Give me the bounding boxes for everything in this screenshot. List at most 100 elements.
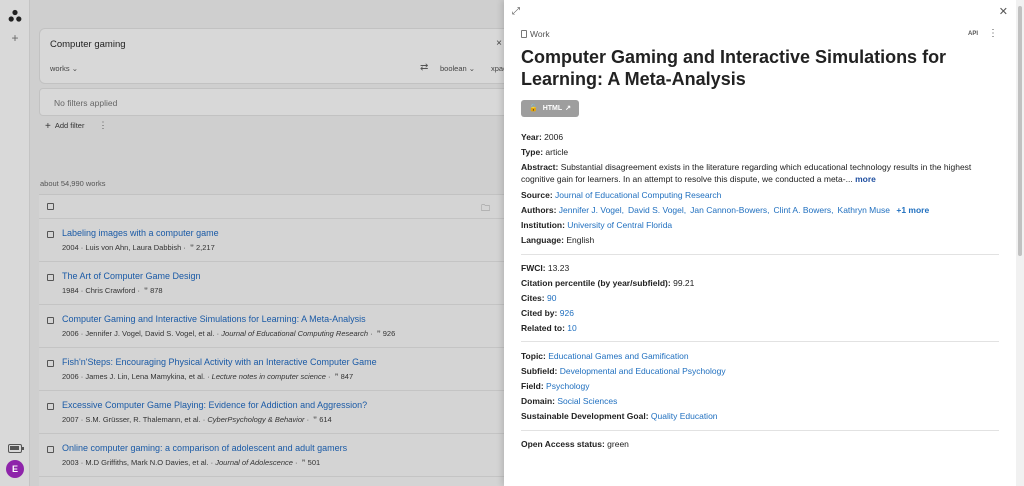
search-input[interactable]: Computer gaming [50, 39, 126, 50]
html-button-label: HTML [542, 105, 563, 112]
result-meta: 2006 · James J. Lin, Lena Mamykina, et a… [62, 372, 354, 381]
result-title-link[interactable]: Computer Gaming and Interactive Simulati… [62, 314, 366, 324]
clear-search-icon[interactable]: × [496, 38, 502, 49]
row-checkbox[interactable] [47, 403, 54, 410]
result-meta: 2007 · S.M. Grüsser, R. Thalemann, et al… [62, 415, 332, 424]
result-cites: 2,217 [195, 243, 215, 252]
year-value: 2006 [544, 132, 564, 142]
row-checkbox[interactable] [47, 231, 54, 238]
result-title-link[interactable]: Labeling images with a computer game [62, 228, 219, 238]
result-journal: Journal of Educational Computing Researc… [221, 329, 369, 338]
subfield-label: Subfield: [521, 366, 558, 376]
author-link[interactable]: Jan Cannon-Bowers, [690, 205, 769, 215]
entity-select-label: works [50, 64, 70, 73]
result-cites: 847 [340, 372, 354, 381]
entity-select[interactable]: works ⌄ [50, 64, 78, 73]
close-icon[interactable]: ✕ [999, 5, 1008, 18]
author-link[interactable]: Clint A. Bowers, [774, 205, 834, 215]
abstract-label: Abstract: [521, 162, 559, 172]
row-checkbox[interactable] [47, 446, 54, 453]
domain-link[interactable]: Social Sciences [557, 396, 617, 406]
row-checkbox[interactable] [47, 274, 54, 281]
result-year-authors: 1984 · Chris Crawford · [62, 286, 140, 295]
result-row[interactable]: Excessive Computer Game Playing: Evidenc… [39, 391, 504, 434]
result-title-link[interactable]: Fish'n'Steps: Encouraging Physical Activ… [62, 357, 377, 367]
language-value: English [566, 235, 595, 245]
add-filter-button[interactable]: + Add filter ⋮ [45, 120, 108, 132]
source-link[interactable]: Journal of Educational Computing Researc… [555, 190, 721, 200]
results-count: about 54,990 works [40, 179, 106, 188]
search-mode-label: boolean [440, 64, 467, 73]
results-list: 🗀 Labeling images with a computer game 20… [39, 194, 504, 486]
institution-label: Institution: [521, 220, 565, 230]
cited-by-link[interactable]: 926 [560, 308, 574, 318]
more-options-icon[interactable]: ⋮ [99, 120, 108, 130]
result-cites: 614 [319, 415, 332, 424]
result-cites: 926 [382, 329, 396, 338]
subfield-field: Subfield: Developmental and Educational … [521, 365, 1001, 377]
cites-field: Cites: 90 [521, 292, 1001, 304]
folder-icon[interactable]: 🗀 [481, 201, 490, 217]
result-title-link[interactable]: The Art of Computer Game Design [62, 271, 201, 281]
result-row[interactable]: The Art of Computer Game Design 1984 · Ch… [39, 262, 504, 305]
fwci-label: FWCI: [521, 263, 546, 273]
year-label: Year: [521, 132, 542, 142]
result-meta: 2006 · Jennifer J. Vogel, David S. Vogel… [62, 329, 396, 338]
swap-icon[interactable]: ⇄ [420, 62, 428, 73]
external-link-icon: ↗ [565, 105, 572, 112]
institution-link[interactable]: University of Central Florida [567, 220, 672, 230]
user-avatar[interactable]: E [6, 460, 24, 478]
result-title-link[interactable]: Excessive Computer Game Playing: Evidenc… [62, 400, 367, 410]
result-row[interactable]: Labeling images with a computer game 2004… [39, 219, 504, 262]
authors-label: Authors: [521, 205, 557, 215]
subfield-link[interactable]: Developmental and Educational Psychology [560, 366, 726, 376]
source-label: Source: [521, 190, 553, 200]
cites-link[interactable]: 90 [547, 293, 556, 303]
sdg-link[interactable]: Quality Education [651, 411, 718, 421]
result-year-authors: 2006 · James J. Lin, Lena Mamykina, et a… [62, 372, 210, 381]
html-open-access-button[interactable]: 🔓 HTML ↗ [521, 100, 580, 117]
quote-icon: ❞ [376, 329, 381, 338]
result-journal: Journal of Adolescence [215, 458, 293, 467]
result-row[interactable]: Computer Gaming and Interactive Simulati… [39, 305, 504, 348]
quote-icon: ❞ [313, 415, 318, 424]
kebab-menu-icon[interactable]: ⋮ [988, 28, 998, 39]
row-checkbox[interactable] [47, 317, 54, 324]
institution-field: Institution: University of Central Flori… [521, 219, 1001, 231]
filter-box: No filters applied [39, 88, 504, 116]
author-link[interactable]: David S. Vogel, [628, 205, 686, 215]
api-icon[interactable]: API [968, 31, 978, 37]
authors-more-link[interactable]: +1 more [896, 205, 929, 215]
search-mode-select[interactable]: boolean ⌄ [440, 64, 475, 73]
result-meta: 1984 · Chris Crawford · ❞ 878 [62, 286, 163, 295]
domain-label: Domain: [521, 396, 555, 406]
abstract-text: Substantial disagreement exists in the l… [521, 162, 972, 184]
author-link[interactable]: Jennifer J. Vogel, [559, 205, 624, 215]
result-cites: 878 [150, 286, 163, 295]
xpac-toggle[interactable]: xpac [491, 64, 504, 73]
result-title-link[interactable]: Online computer gaming: a comparison of … [62, 443, 347, 453]
result-row[interactable]: Fish'n'Steps: Encouraging Physical Activ… [39, 348, 504, 391]
unlock-icon: 🔓 [529, 105, 538, 112]
related-link[interactable]: 10 [567, 323, 576, 333]
topic-label: Topic: [521, 351, 546, 361]
result-year-authors: 2004 · Luis von Ahn, Laura Dabbish · [62, 243, 186, 252]
author-link[interactable]: Kathryn Muse [838, 205, 890, 215]
sdg-label: Sustainable Development Goal: [521, 411, 649, 421]
result-row[interactable]: Online computer gaming: a comparison of … [39, 434, 504, 477]
abstract-more-link[interactable]: more [855, 174, 876, 184]
quote-icon: ❞ [301, 458, 306, 467]
topic-link[interactable]: Educational Games and Gamification [548, 351, 688, 361]
row-checkbox[interactable] [47, 360, 54, 367]
language-field: Language: English [521, 234, 1001, 246]
divider [521, 430, 999, 431]
select-all-checkbox[interactable] [47, 203, 54, 210]
field-link[interactable]: Psychology [546, 381, 589, 391]
app-logo-icon[interactable] [8, 9, 22, 23]
field-label: Field: [521, 381, 544, 391]
scrollbar-thumb[interactable] [1018, 6, 1022, 256]
cited-by-field: Cited by: 926 [521, 307, 1001, 319]
expand-icon[interactable]: ⤢ [512, 6, 520, 17]
new-tab-plus-icon[interactable]: + [9, 31, 21, 45]
panel-scrollbar[interactable] [1016, 0, 1024, 486]
